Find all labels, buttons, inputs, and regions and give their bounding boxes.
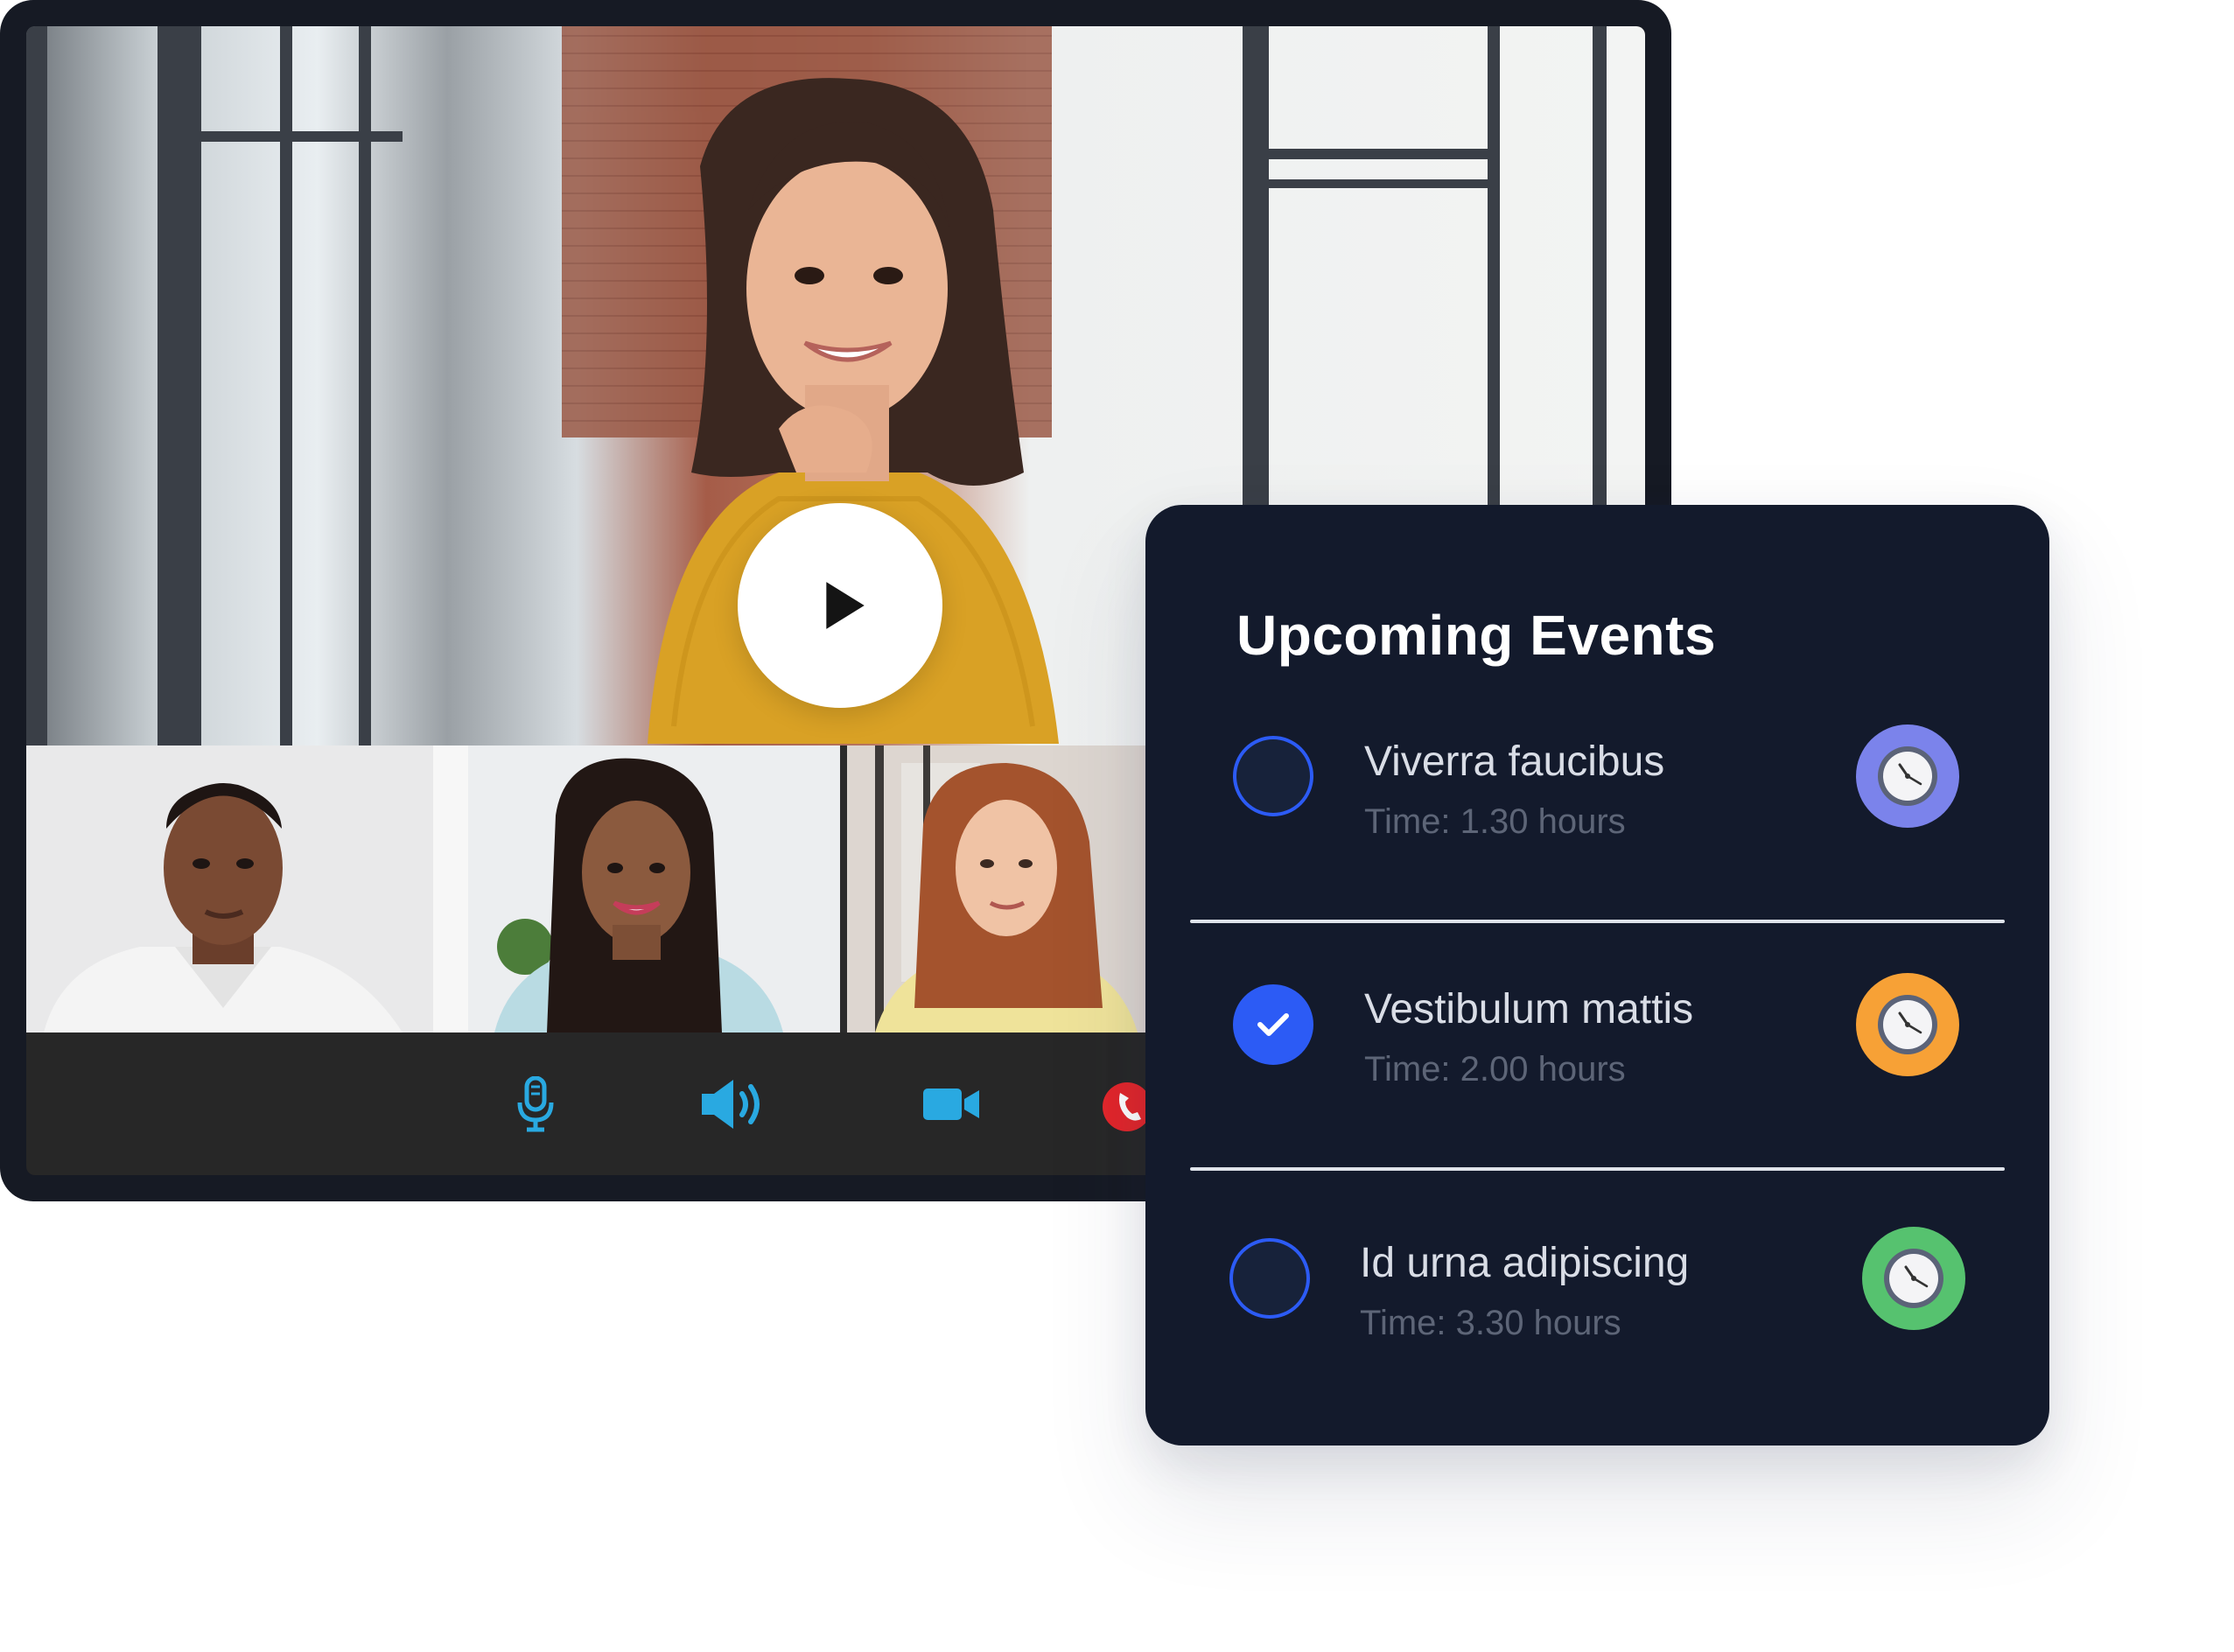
microphone-button[interactable] — [516, 1076, 555, 1132]
divider — [1190, 920, 2005, 923]
clock-icon — [1884, 1249, 1943, 1308]
event-checkbox[interactable] — [1229, 1238, 1310, 1319]
window-frame — [1269, 179, 1488, 188]
events-title: Upcoming Events — [1236, 604, 1717, 667]
participant-portrait — [433, 746, 840, 1032]
clock-badge — [1856, 973, 1959, 1076]
event-name: Viverra faucibus — [1364, 738, 1665, 785]
video-camera-icon — [923, 1088, 979, 1120]
event-checkbox-checked[interactable] — [1233, 984, 1313, 1065]
clock-icon — [1878, 995, 1937, 1054]
event-item[interactable]: Id urna adipiscing Time: 3.30 hours — [1145, 1208, 2049, 1382]
upcoming-events-card: Upcoming Events Viverra faucibus Time: 1… — [1145, 505, 2049, 1446]
clock-badge — [1856, 724, 1959, 828]
event-name: Id urna adipiscing — [1360, 1240, 1690, 1286]
participant-portrait — [26, 746, 433, 1032]
event-name: Vestibulum mattis — [1364, 986, 1694, 1032]
window-frame — [158, 26, 201, 746]
event-item[interactable]: Viverra faucibus Time: 1.30 hours — [1145, 706, 2049, 881]
participant-tile[interactable] — [26, 746, 433, 1032]
event-time: Time: 2.00 hours — [1364, 1050, 1626, 1088]
clock-badge — [1862, 1227, 1965, 1330]
speaker-button[interactable] — [700, 1076, 770, 1132]
window-frame — [1269, 149, 1488, 159]
participant-tile[interactable] — [433, 746, 840, 1032]
event-time: Time: 1.30 hours — [1364, 802, 1626, 841]
window-frame — [201, 131, 403, 142]
video-camera-button[interactable] — [923, 1087, 981, 1122]
event-item[interactable]: Vestibulum mattis Time: 2.00 hours — [1145, 954, 2049, 1129]
event-checkbox[interactable] — [1233, 736, 1313, 816]
clock-icon — [1878, 746, 1937, 806]
window-frame — [26, 26, 47, 746]
checkmark-icon — [1257, 1013, 1289, 1036]
event-time: Time: 3.30 hours — [1360, 1304, 1621, 1342]
speaker-icon — [702, 1080, 760, 1129]
microphone-icon — [517, 1076, 554, 1132]
play-button[interactable] — [738, 503, 942, 708]
divider — [1190, 1167, 2005, 1171]
play-icon — [826, 582, 865, 629]
